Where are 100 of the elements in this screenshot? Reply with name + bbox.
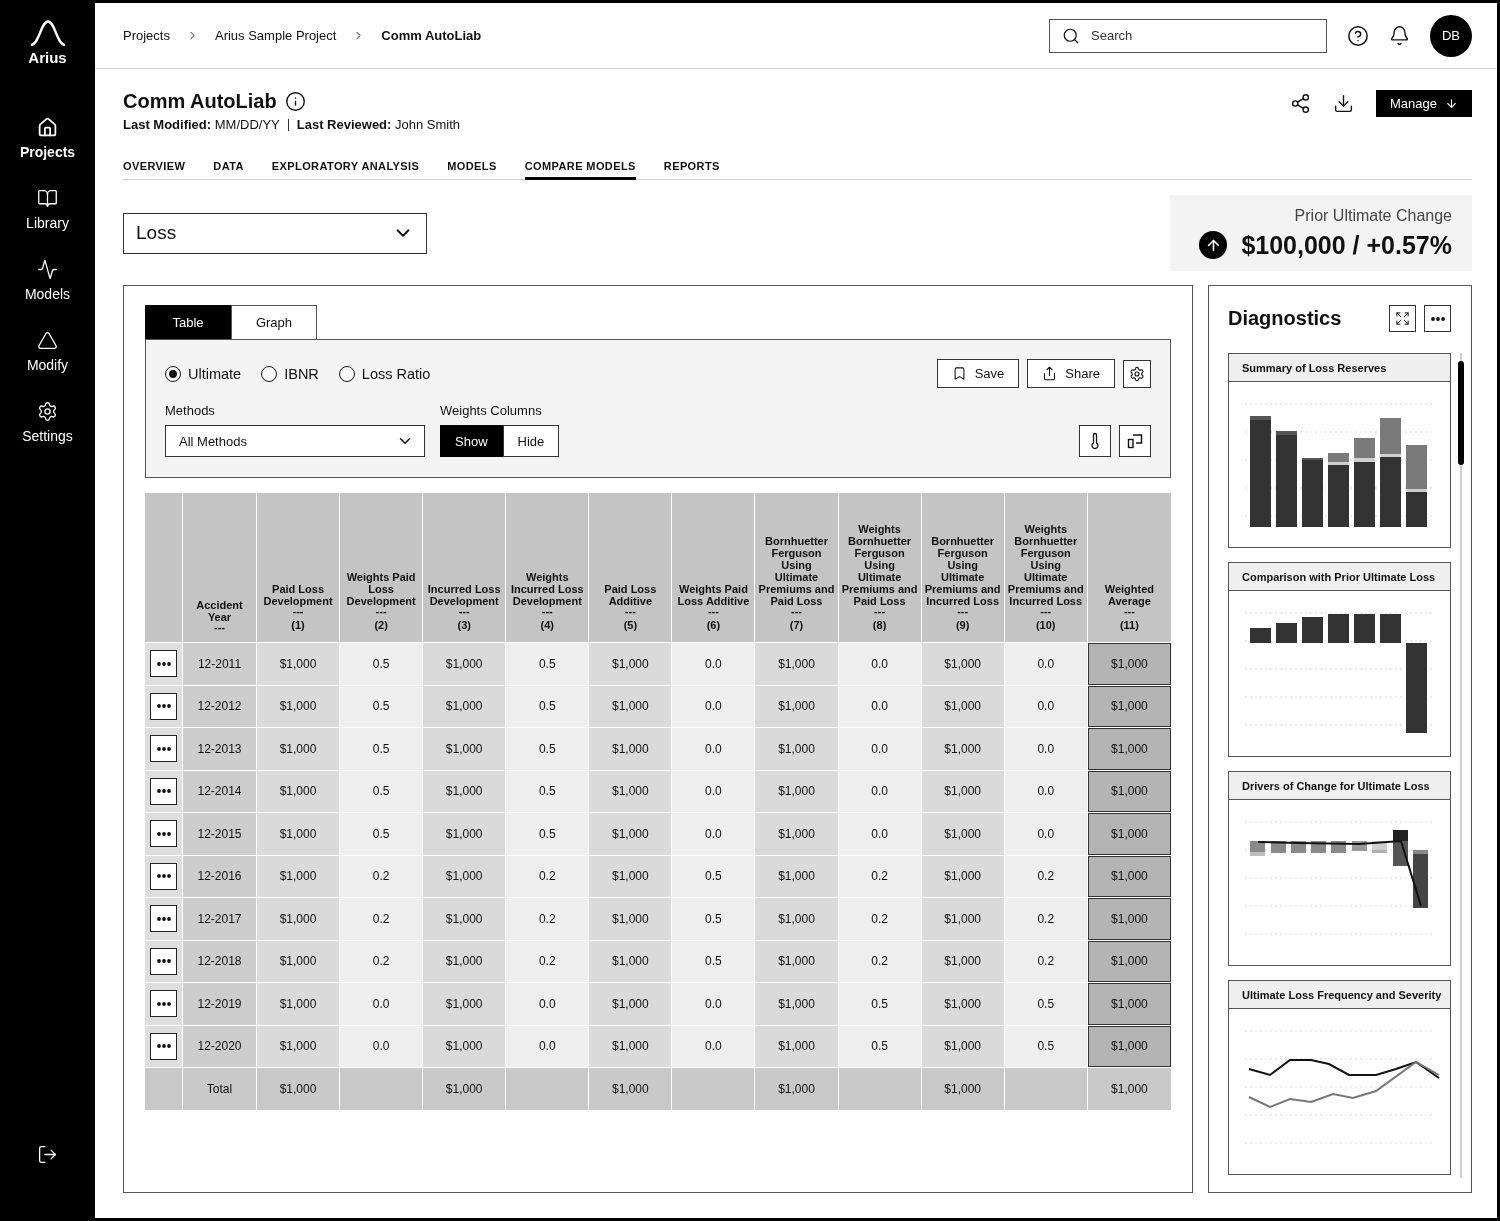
table-cell: 0.0 <box>838 684 922 727</box>
table-cell: 0.5 <box>506 642 590 685</box>
tab[interactable]: COMPARE MODELS <box>524 160 636 180</box>
table-cell: $1,000 <box>589 854 673 897</box>
tab[interactable]: OVERVIEW <box>123 160 186 180</box>
arrow-down-icon <box>1445 97 1458 110</box>
row-menu-button[interactable] <box>150 692 177 720</box>
settings-button[interactable] <box>1123 359 1151 388</box>
row-menu-button[interactable] <box>150 947 177 975</box>
expand-icon <box>1395 311 1410 326</box>
table-cell: $1,000 <box>1087 812 1171 855</box>
table-cell: $1,000 <box>423 684 507 727</box>
triangle-icon <box>37 330 58 351</box>
action-button[interactable]: Share <box>1027 359 1115 388</box>
table-cell: $1,000 <box>589 939 673 982</box>
avatar[interactable]: DB <box>1430 14 1472 57</box>
table-cell: 0.2 <box>506 897 590 940</box>
share-icon[interactable] <box>1290 93 1311 114</box>
segment-button[interactable]: Show <box>440 425 503 457</box>
row-menu-button[interactable] <box>150 905 177 933</box>
table-cell: $1,000 <box>423 854 507 897</box>
table-cell: 0.2 <box>838 897 922 940</box>
more-icon <box>156 916 171 921</box>
table-cell: $1,000 <box>921 1024 1005 1067</box>
table-cell: $1,000 <box>423 769 507 812</box>
more-icon <box>156 704 171 709</box>
tab[interactable]: DATA <box>213 160 244 180</box>
table-cell: 0.0 <box>672 1024 756 1067</box>
row-menu-button[interactable] <box>150 1032 177 1060</box>
bell-icon[interactable] <box>1389 25 1410 46</box>
nav-item[interactable]: Library <box>26 188 69 232</box>
thermometer-button[interactable] <box>1079 425 1111 457</box>
info-icon[interactable] <box>284 90 306 112</box>
logout-icon[interactable] <box>37 1144 58 1165</box>
row-menu-button[interactable] <box>150 650 177 678</box>
column-header: Bornhuetter Ferguson Using Ultimate Premiums and Paid Loss --- (7) <box>755 493 839 642</box>
table-cell: 0.2 <box>506 854 590 897</box>
tab[interactable]: EXPLORATORY ANALYSIS <box>271 160 420 180</box>
table-cell: 0.5 <box>506 684 590 727</box>
manage-button[interactable]: Manage <box>1376 90 1472 117</box>
table-cell: 0.5 <box>340 642 424 685</box>
view-tab[interactable]: Table <box>145 305 231 339</box>
nav-item[interactable]: Settings <box>22 401 73 445</box>
breadcrumb-link[interactable]: Projects <box>123 28 170 43</box>
table-cell: $1,000 <box>257 1024 341 1067</box>
table-cell: $1,000 <box>589 812 673 855</box>
row-menu-button[interactable] <box>150 990 177 1018</box>
tab[interactable]: REPORTS <box>663 160 720 180</box>
layout-button[interactable] <box>1119 425 1151 457</box>
more-button[interactable] <box>1424 305 1451 332</box>
table-cell: $1,000 <box>755 982 839 1025</box>
table-cell: 0.2 <box>506 939 590 982</box>
table-cell: 0.5 <box>340 684 424 727</box>
table-cell: $1,000 <box>257 812 341 855</box>
table-cell: $1,000 <box>921 1067 1005 1110</box>
row-menu-button[interactable] <box>150 735 177 763</box>
radio-option[interactable]: IBNR <box>261 366 319 382</box>
nav-item[interactable]: Models <box>24 259 71 303</box>
segment-button[interactable]: Hide <box>502 425 560 457</box>
more-icon <box>156 661 171 666</box>
nav-item[interactable]: Modify <box>26 330 69 374</box>
column-header: Accident Year --- <box>183 493 257 642</box>
chart-bar <box>1413 850 1428 908</box>
methods-dropdown[interactable]: All Methods <box>165 425 425 457</box>
table-cell: $1,000 <box>755 769 839 812</box>
table-cell: $1,000 <box>755 939 839 982</box>
view-tab[interactable]: Graph <box>231 305 317 339</box>
table-cell: $1,000 <box>1087 769 1171 812</box>
expand-button[interactable] <box>1389 305 1416 332</box>
search-icon <box>1062 26 1080 45</box>
row-menu-button[interactable] <box>150 862 177 890</box>
table-cell: $1,000 <box>1087 897 1171 940</box>
table-cell: 0.0 <box>506 1024 590 1067</box>
table-cell: 0.5 <box>838 982 922 1025</box>
row-menu-button[interactable] <box>150 820 177 848</box>
search-field[interactable]: Search <box>1049 18 1327 53</box>
column-header: Weights Bornhuetter Ferguson Using Ultimate Premiums and Incurred Loss --- (10) <box>1004 493 1088 642</box>
dropdown-field[interactable]: Loss <box>123 212 427 254</box>
more-icon <box>156 1044 171 1049</box>
help-icon[interactable] <box>1347 24 1369 47</box>
table-cell: $1,000 <box>755 854 839 897</box>
scrollbar-thumb[interactable] <box>1458 361 1464 465</box>
column-header: Paid Loss Development --- (1) <box>257 493 341 642</box>
radio-option[interactable]: Loss Ratio <box>338 366 431 382</box>
chart-title: Drivers of Change for Ultimate Loss <box>1229 772 1450 800</box>
table-cell: 0.0 <box>838 769 922 812</box>
column-header: Weights Paid Loss Additive --- (6) <box>672 493 756 642</box>
breadcrumb-link[interactable]: Comm AutoLiab <box>381 28 482 43</box>
breadcrumb-link[interactable]: Arius Sample Project <box>214 28 337 43</box>
table-cell: 0.0 <box>672 684 756 727</box>
field-label: Weights Columns <box>440 403 543 418</box>
table-cell: 0.5 <box>506 727 590 770</box>
table-cell: 0.0 <box>340 1024 424 1067</box>
nav-item[interactable]: Projects <box>19 117 76 161</box>
radio-option[interactable]: Ultimate <box>165 366 242 382</box>
action-button[interactable]: Save <box>936 359 1020 388</box>
download-icon[interactable] <box>1333 93 1354 114</box>
tab[interactable]: MODELS <box>447 160 497 180</box>
row-menu-button[interactable] <box>150 777 177 805</box>
logo-text: Arius <box>28 49 67 67</box>
